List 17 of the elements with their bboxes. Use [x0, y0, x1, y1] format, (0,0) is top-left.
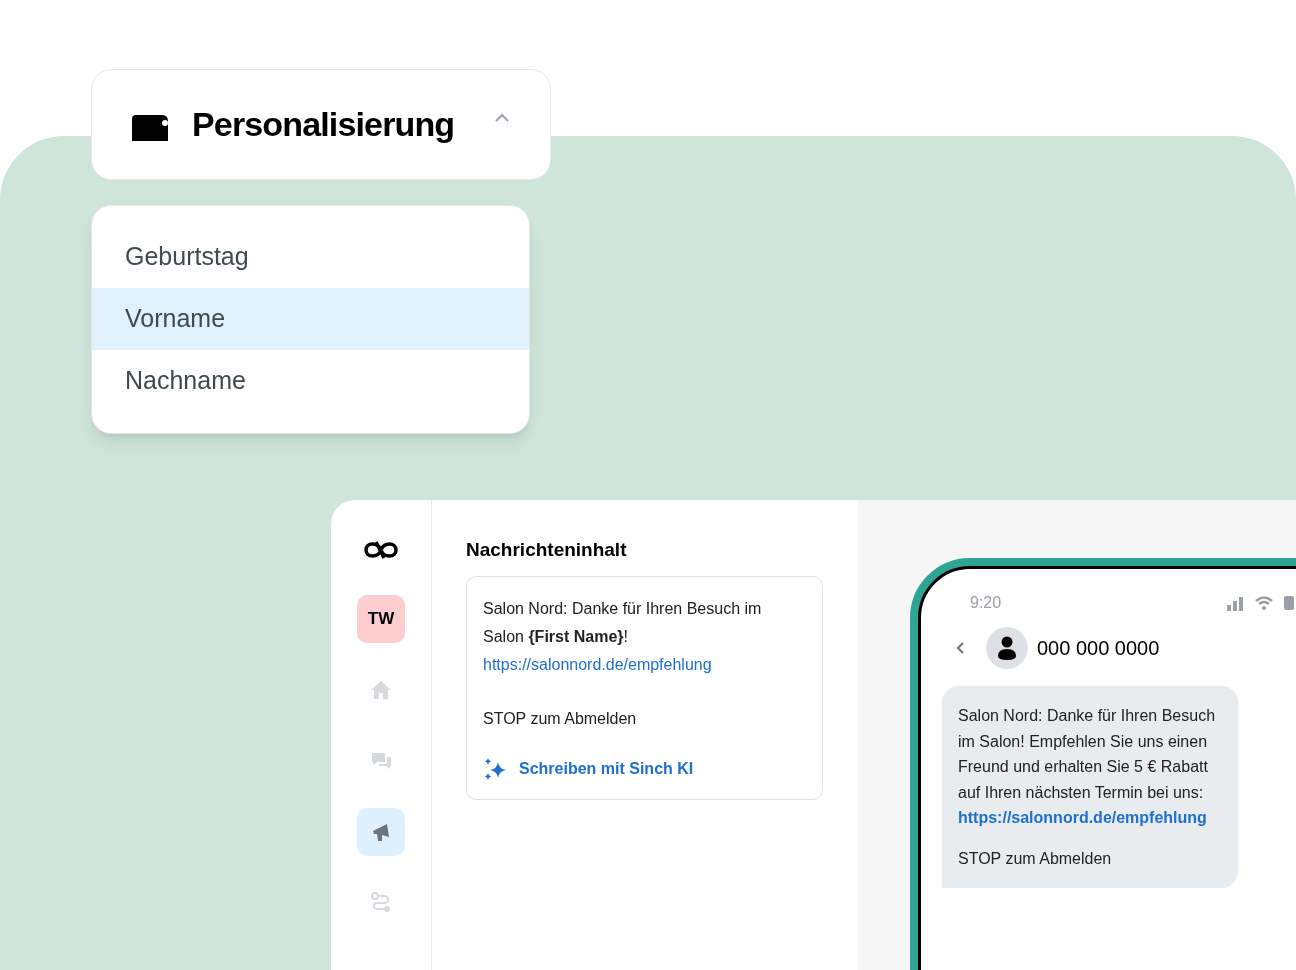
section-heading: Nachrichteninhalt: [466, 538, 628, 562]
contact-number: 000 000 0000: [1037, 636, 1160, 661]
bubble-footer: STOP zum Abmelden: [958, 846, 1222, 871]
ai-write-button[interactable]: Schreiben mit Sinch KI: [483, 756, 694, 781]
dropdown-header[interactable]: Personalisierung: [91, 69, 551, 180]
message-footer: STOP zum Abmelden: [483, 706, 806, 731]
dropdown-title: Personalisierung: [192, 104, 455, 145]
message-text: Salon Nord: Danke für Ihren Besuch im Salon {First Name}! https://salonnord.de/empfehlung: [483, 598, 763, 675]
message-field[interactable]: Salon Nord: Danke für Ihren Besuch im Salon {First Name}! https://salonnord.de/empfehlung STOP zum Abmelden Schreiben mit Sinch KI: [466, 575, 823, 800]
bubble-text: Salon Nord: Danke für Ihren Besuch im Salon! Empfehlen Sie uns einen Freund und erhalten Sie 5 € Rabatt auf Ihren nächsten Termin bei uns: https://salonnord.de/empfehlung: [958, 706, 1217, 828]
message-link[interactable]: https://salonnord.de/empfehlung: [483, 655, 712, 673]
menu-option[interactable]: Geburtstag: [92, 226, 529, 288]
status-time: 9:20: [970, 593, 1002, 613]
menu-option[interactable]: Nachname: [92, 350, 529, 412]
bubble-link[interactable]: https://salonnord.de/empfehlung: [958, 809, 1207, 826]
menu-option[interactable]: Vorname: [92, 288, 529, 350]
user-avatar[interactable]: TW: [357, 595, 405, 643]
